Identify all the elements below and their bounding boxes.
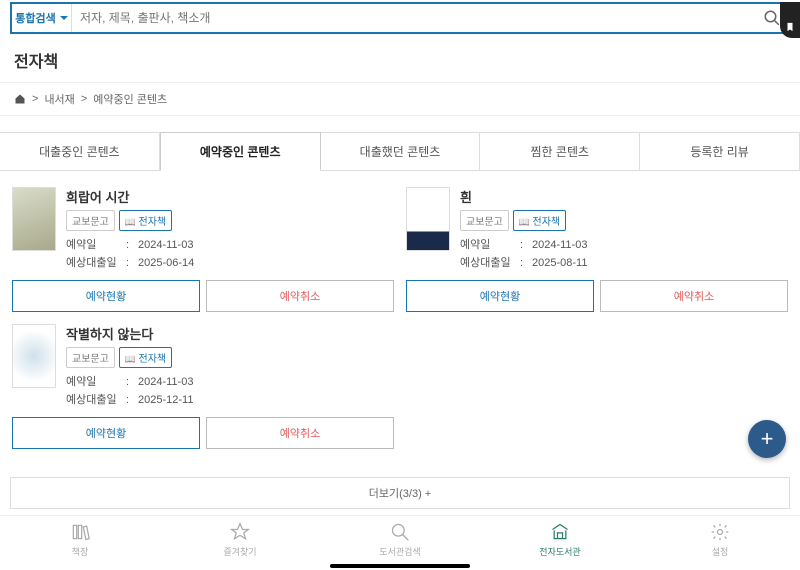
nav-favorites[interactable]: 즐겨찾기	[160, 522, 320, 558]
page-title: 전자책	[0, 40, 800, 82]
nav-elibrary[interactable]: 전자도서관	[480, 522, 640, 558]
reserve-date-label: 예약일	[460, 237, 520, 255]
format-badge: 전자책	[119, 210, 172, 231]
book-card: 작별하지 않는다 교보문고 전자책 예약일:2024-11-03 예상대출일:2…	[6, 318, 400, 455]
tabs: 대출중인 콘텐츠 예약중인 콘텐츠 대출했던 콘텐츠 찜한 콘텐츠 등록한 리뷰	[0, 132, 800, 171]
format-badge: 전자책	[513, 210, 566, 231]
breadcrumb-sep: >	[32, 93, 38, 105]
search-type-select[interactable]: 통합검색	[12, 4, 72, 32]
gear-icon	[710, 522, 730, 542]
book-cover[interactable]	[12, 324, 56, 388]
book-title[interactable]: 흰	[460, 187, 788, 206]
status-button[interactable]: 예약현황	[12, 280, 200, 312]
reserve-date-label: 예약일	[66, 374, 126, 392]
publisher-badge: 교보문고	[66, 347, 115, 368]
book-card: 희랍어 시간 교보문고 전자책 예약일:2024-11-03 예상대출일:202…	[6, 181, 400, 318]
book-cover[interactable]	[406, 187, 450, 251]
publisher-badge: 교보문고	[460, 210, 509, 231]
nav-label: 도서관검색	[379, 545, 420, 558]
reserve-date-value: 2024-11-03	[138, 374, 193, 392]
nav-label: 설정	[712, 545, 729, 558]
publisher-badge: 교보문고	[66, 210, 115, 231]
expected-date-label: 예상대출일	[66, 255, 126, 273]
breadcrumb-sep: >	[81, 93, 87, 105]
status-button[interactable]: 예약현황	[406, 280, 594, 312]
format-badge: 전자책	[119, 347, 172, 368]
book-title[interactable]: 작별하지 않는다	[66, 324, 394, 343]
library-icon	[550, 522, 570, 542]
book-cover[interactable]	[12, 187, 56, 251]
book-list: 희랍어 시간 교보문고 전자책 예약일:2024-11-03 예상대출일:202…	[0, 171, 800, 455]
breadcrumb-lib[interactable]: 내서재	[44, 91, 74, 107]
home-icon[interactable]	[14, 93, 26, 105]
tab-borrowed[interactable]: 대출중인 콘텐츠	[0, 132, 160, 170]
home-indicator	[330, 564, 470, 568]
expected-date-label: 예상대출일	[460, 255, 520, 273]
search-icon	[763, 9, 781, 27]
plus-icon: +	[761, 426, 774, 452]
tab-wishlist[interactable]: 찜한 콘텐츠	[480, 132, 640, 170]
reserve-date-value: 2024-11-03	[138, 237, 193, 255]
status-button[interactable]: 예약현황	[12, 417, 200, 449]
bookshelf-icon	[70, 522, 90, 542]
bookmark-icon	[785, 22, 795, 32]
reserve-date-label: 예약일	[66, 237, 126, 255]
tab-reviews[interactable]: 등록한 리뷰	[640, 132, 800, 170]
nav-settings[interactable]: 설정	[640, 522, 800, 558]
search-bar: 통합검색	[10, 2, 790, 34]
search-type-label: 통합검색	[15, 10, 55, 26]
nav-search[interactable]: 도서관검색	[320, 522, 480, 558]
tab-reserved[interactable]: 예약중인 콘텐츠	[160, 132, 321, 171]
bookmark-tab[interactable]	[780, 2, 800, 38]
expected-date-value: 2025-06-14	[138, 255, 194, 273]
cancel-button[interactable]: 예약취소	[600, 280, 788, 312]
nav-label: 즐겨찾기	[223, 545, 256, 558]
load-more-button[interactable]: 더보기(3/3) +	[10, 477, 790, 509]
expected-date-value: 2025-08-11	[532, 255, 587, 273]
search-icon	[390, 522, 410, 542]
breadcrumb: > 내서재 > 예약중인 콘텐츠	[0, 82, 800, 116]
expected-date-label: 예상대출일	[66, 392, 126, 410]
star-icon	[230, 522, 250, 542]
expected-date-value: 2025-12-11	[138, 392, 193, 410]
cancel-button[interactable]: 예약취소	[206, 417, 394, 449]
nav-label: 전자도서관	[539, 545, 580, 558]
tab-history[interactable]: 대출했던 콘텐츠	[321, 132, 481, 170]
search-input[interactable]	[72, 4, 756, 32]
reserve-date-value: 2024-11-03	[532, 237, 587, 255]
nav-bookshelf[interactable]: 책장	[0, 522, 160, 558]
book-title[interactable]: 희랍어 시간	[66, 187, 394, 206]
bottom-nav: 책장 즐겨찾기 도서관검색 전자도서관 설정	[0, 515, 800, 560]
breadcrumb-current: 예약중인 콘텐츠	[93, 91, 167, 107]
cancel-button[interactable]: 예약취소	[206, 280, 394, 312]
nav-label: 책장	[72, 545, 89, 558]
book-card: 흰 교보문고 전자책 예약일:2024-11-03 예상대출일:2025-08-…	[400, 181, 794, 318]
